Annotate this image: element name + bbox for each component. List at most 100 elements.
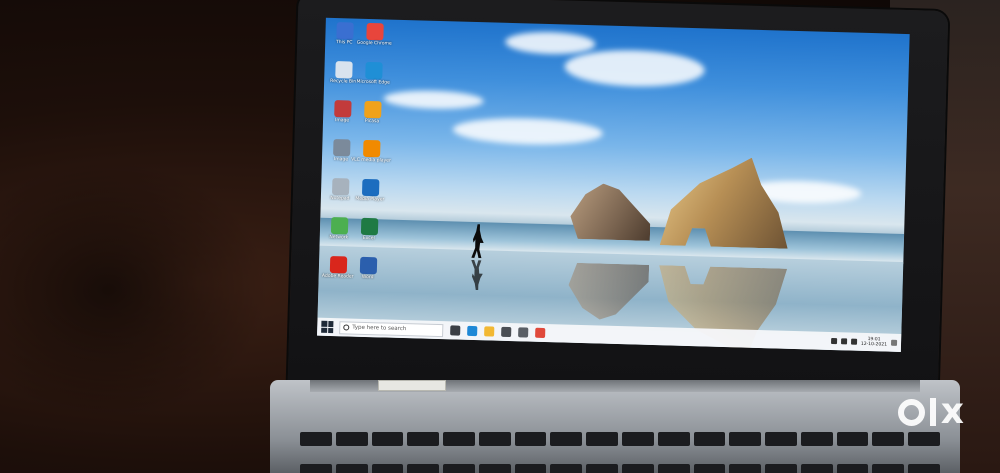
volume-icon[interactable] (840, 338, 848, 345)
desktop-icon-label: VLC media player (351, 157, 391, 164)
taskbar-clock[interactable]: 19:01 12-10-2021 (861, 337, 887, 348)
search-icon (343, 324, 350, 331)
desktop-icon[interactable]: Picasa (357, 100, 388, 125)
search-input[interactable]: Type here to search (339, 320, 444, 337)
cloud (452, 116, 604, 147)
keyboard-key (514, 464, 547, 473)
notifications-icon[interactable] (890, 339, 898, 346)
keyboard-key (586, 464, 618, 473)
keyboard-key (371, 464, 404, 473)
olx-logo-x: x (940, 391, 964, 432)
app-icon (333, 100, 352, 118)
desktop-icon-label: Network (329, 234, 349, 241)
keyboard-key (550, 432, 583, 446)
taskbar-mail-icon[interactable] (518, 327, 529, 338)
desktop-icon-label: Word (361, 274, 374, 281)
laptop-base (270, 380, 960, 473)
desktop-icon[interactable]: VLC media player (351, 139, 391, 164)
taskbar-task-view-icon[interactable] (450, 325, 461, 336)
laptop-sticker (378, 380, 446, 391)
windows-start-icon[interactable] (321, 320, 334, 334)
app-icon (359, 256, 377, 275)
desktop-icon-label: Image (333, 157, 349, 163)
clock-date: 12-10-2021 (860, 341, 888, 348)
app-icon (363, 100, 382, 119)
app-icon (332, 139, 351, 157)
app-icon (334, 61, 353, 79)
cloud (383, 89, 484, 111)
desktop-icon[interactable]: Excel (354, 217, 385, 242)
keyboard-key (693, 464, 726, 473)
app-icon (330, 216, 348, 235)
desktop-icon[interactable]: Notepad (325, 178, 356, 202)
keyboard-key (478, 432, 511, 446)
keyboard-key (836, 464, 869, 473)
background-shadow (0, 160, 270, 420)
cloud (564, 48, 706, 89)
olx-logo-l (929, 398, 936, 426)
desktop-icon-label: Notepad (330, 195, 350, 202)
desktop-icon-label: Recycle Bin (330, 78, 357, 85)
desktop-icon[interactable]: Google Chrome (356, 22, 392, 47)
app-icon (362, 139, 381, 158)
network-icon[interactable] (830, 338, 838, 345)
app-icon (364, 61, 383, 80)
keyboard-key (478, 464, 511, 473)
taskbar-apps (443, 325, 546, 339)
rock-arch (660, 155, 790, 249)
keyboard-key (335, 432, 368, 446)
keyboard-key (908, 464, 940, 473)
keyboard-key (300, 432, 332, 446)
keyboard-key (836, 432, 869, 446)
desktop-icon-label: Picasa (364, 118, 380, 125)
keyboard-key (514, 432, 547, 446)
keyboard-key (335, 464, 368, 473)
keyboard-key (765, 432, 797, 446)
app-icon (335, 22, 354, 40)
taskbar-edge-icon[interactable] (467, 325, 478, 337)
desktop-icon-label: Excel (362, 235, 375, 242)
keyboard-key (872, 464, 905, 473)
desktop-icon-label: This PC (335, 40, 353, 46)
rock-small (570, 183, 652, 241)
keyboard-key (729, 464, 762, 473)
keyboard-key (622, 432, 654, 446)
desktop-icon-label: Media Player (355, 196, 385, 203)
keyboard-key (407, 432, 440, 446)
keyboard-key (729, 432, 762, 446)
search-placeholder: Type here to search (352, 324, 407, 333)
taskbar-store-icon[interactable] (501, 326, 512, 338)
taskbar-explorer-icon[interactable] (484, 326, 495, 337)
desktop-icon[interactable]: Media Player (355, 178, 386, 203)
keyboard-key (550, 464, 583, 473)
taskbar-chrome-icon[interactable] (535, 327, 546, 339)
desktop-icon-label: Microsoft Edge (356, 79, 390, 86)
desktop-icon[interactable]: This PC (329, 22, 360, 46)
desktop-icon[interactable]: Word (353, 256, 384, 281)
olx-logo-o (897, 398, 925, 426)
keyboard-key (443, 464, 475, 473)
desktop-screen: This PC Google Chrome Recycle Bin Microsoft… (317, 17, 910, 352)
keyboard-key (765, 464, 797, 473)
keyboard-key (800, 464, 833, 473)
laptop-lid: This PC Google Chrome Recycle Bin Microsoft… (287, 0, 949, 403)
desktop-icon-label: Google Chrome (356, 40, 392, 47)
desktop-icon[interactable]: Image (327, 100, 358, 124)
keyboard-key (300, 464, 332, 473)
battery-icon[interactable] (850, 338, 858, 345)
app-icon (331, 178, 349, 196)
keyboard-key (657, 432, 690, 446)
app-icon (365, 22, 384, 41)
desktop-icon[interactable]: Microsoft Edge (356, 61, 390, 86)
keyboard-key (443, 432, 475, 446)
desktop-icon[interactable]: Adobe Reader (322, 255, 354, 280)
keyboard-key (872, 432, 905, 446)
keyboard-key (622, 464, 654, 473)
keyboard-key (693, 432, 726, 446)
desktop-icon[interactable]: Recycle Bin (328, 61, 359, 85)
keyboard-key (800, 432, 833, 446)
desktop-icon[interactable]: Network (324, 216, 355, 241)
desktop-icons: This PC Google Chrome Recycle Bin Microsoft… (322, 18, 910, 280)
app-icon (329, 255, 347, 274)
cloud (505, 30, 596, 56)
